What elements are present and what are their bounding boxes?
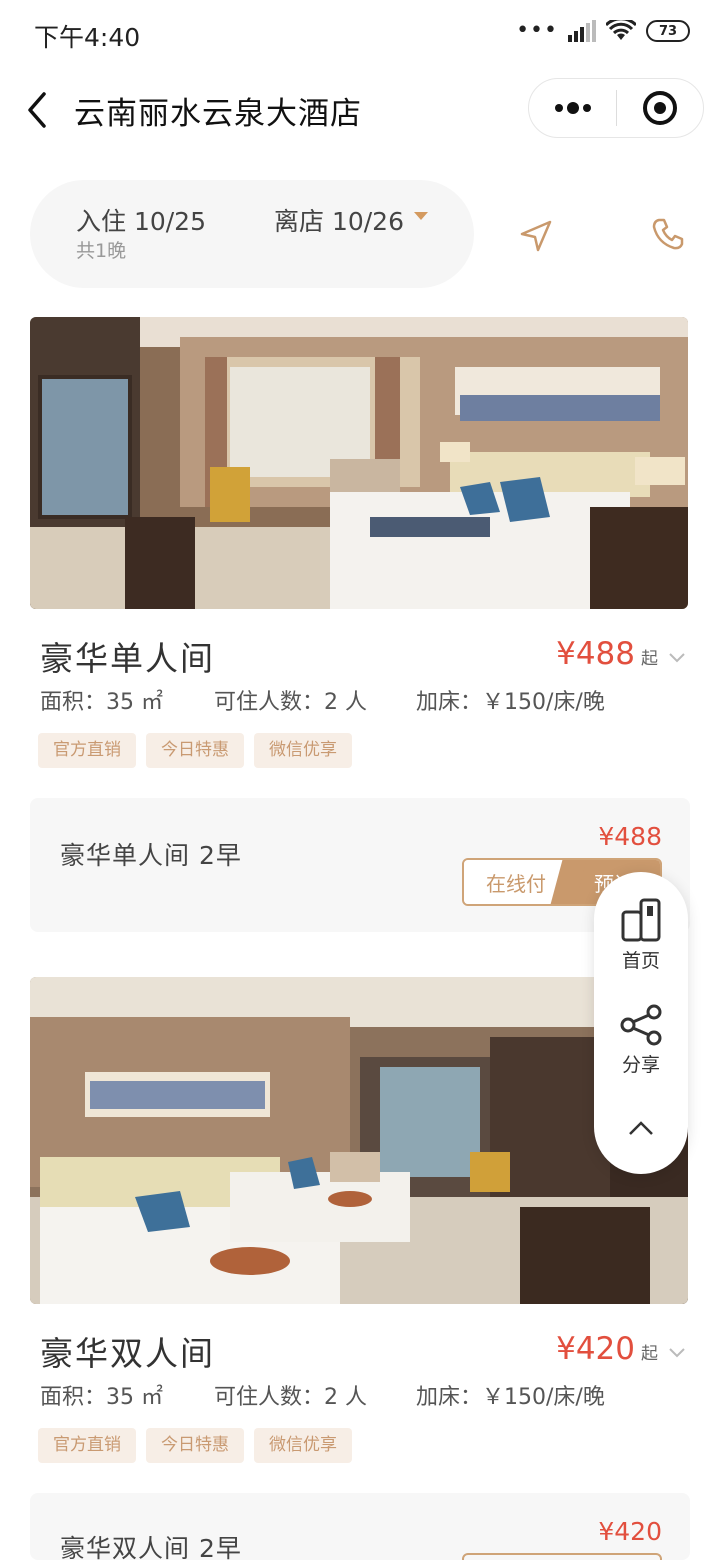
room-photo-single[interactable] — [30, 317, 688, 609]
room-specs: 面积：35 ㎡ 可住人数：2 人 加床：￥150/床/晚 — [40, 684, 605, 716]
share-button[interactable]: 分享 — [594, 1004, 688, 1077]
room-tags: 官方直销 今日特惠 微信优享 — [38, 733, 352, 768]
tag-wechat: 微信优享 — [254, 733, 352, 768]
package-name: 豪华双人间 2早 — [60, 1534, 242, 1560]
tag-official: 官方直销 — [38, 733, 136, 768]
back-arrow-icon[interactable] — [22, 88, 52, 132]
tag-special: 今日特惠 — [146, 733, 244, 768]
page-title: 云南丽水云泉大酒店 — [74, 96, 362, 132]
home-label: 首页 — [621, 950, 660, 972]
nav-bar: 云南丽水云泉大酒店 — [0, 70, 720, 150]
room-name[interactable]: 豪华单人间 — [40, 632, 215, 680]
room-price-value: ¥420 — [556, 1331, 635, 1367]
room-occupancy: 可住人数：2 人 — [214, 1385, 367, 1410]
status-bar: 下午4:40 ••• 73 — [0, 0, 720, 66]
tag-wechat: 微信优享 — [254, 1428, 352, 1463]
package-card: 豪华单人间 2早 ¥488 在线付 预订 — [30, 798, 690, 932]
package-name: 豪华单人间 2早 — [60, 841, 242, 870]
more-options-button[interactable] — [529, 78, 616, 138]
tag-special: 今日特惠 — [146, 1428, 244, 1463]
room-occupancy: 可住人数：2 人 — [214, 690, 367, 715]
battery-indicator: 73 — [646, 20, 690, 42]
room-price[interactable]: ¥488 起 — [556, 636, 686, 672]
room-area: 面积：35 ㎡ — [40, 1385, 163, 1410]
checkin-date[interactable]: 入住 10/25 — [76, 202, 206, 238]
status-time: 下午4:40 — [34, 23, 141, 52]
mini-program-capsule — [528, 78, 704, 138]
more-dots-icon — [554, 102, 591, 114]
share-icon — [620, 1004, 662, 1046]
price-suffix: 起 — [641, 1344, 658, 1364]
room-price[interactable]: ¥420 起 — [556, 1331, 686, 1367]
chevron-down-icon — [669, 1348, 685, 1358]
target-circle-icon — [642, 91, 677, 125]
phone-icon[interactable] — [650, 216, 686, 252]
close-mini-program-button[interactable] — [617, 78, 703, 138]
chevron-up-icon — [629, 1121, 653, 1135]
package-card: 豪华双人间 2早 ¥420 — [30, 1493, 690, 1560]
room-area: 面积：35 ㎡ — [40, 690, 163, 715]
nights-count: 共1晚 — [76, 240, 127, 262]
package-price: ¥420 — [598, 1517, 662, 1546]
navigation-arrow-icon[interactable] — [518, 218, 554, 254]
room-price-value: ¥488 — [556, 636, 635, 672]
room-name[interactable]: 豪华双人间 — [40, 1327, 215, 1375]
room-photo-double[interactable] — [30, 977, 688, 1304]
chevron-down-icon — [669, 653, 685, 663]
home-icon — [621, 898, 661, 942]
status-icons: ••• 73 — [516, 20, 690, 42]
price-suffix: 起 — [641, 649, 658, 669]
scroll-top-button[interactable] — [594, 1120, 688, 1136]
dropdown-caret-icon — [414, 212, 428, 220]
room-extra-bed: 加床：￥150/床/晚 — [416, 690, 605, 715]
more-dots-icon: ••• — [516, 18, 558, 43]
room-tags: 官方直销 今日特惠 微信优享 — [38, 1428, 352, 1463]
room-extra-bed: 加床：￥150/床/晚 — [416, 1385, 605, 1410]
floating-menu: 首页 分享 — [594, 872, 688, 1174]
share-label: 分享 — [621, 1054, 660, 1076]
checkout-date[interactable]: 离店 10/26 — [274, 202, 404, 238]
room-specs: 面积：35 ㎡ 可住人数：2 人 加床：￥150/床/晚 — [40, 1379, 605, 1411]
signal-icon — [568, 20, 596, 42]
book-button[interactable] — [462, 1553, 662, 1560]
package-price: ¥488 — [598, 822, 662, 851]
date-selector[interactable]: 入住 10/25 共1晚 离店 10/26 — [30, 180, 474, 288]
tag-official: 官方直销 — [38, 1428, 136, 1463]
home-button[interactable]: 首页 — [594, 898, 688, 973]
wifi-icon — [606, 20, 636, 40]
